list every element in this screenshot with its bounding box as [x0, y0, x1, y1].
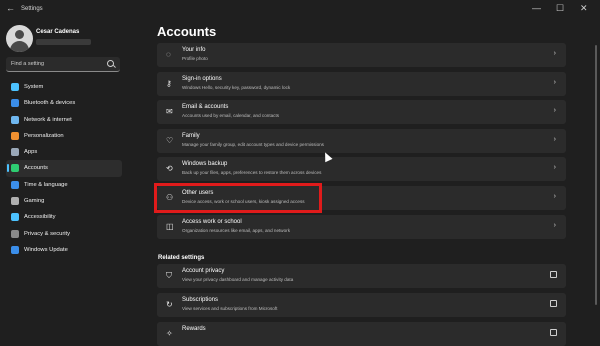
settings-card-access-work-or-school[interactable]: ◫ Access work or school Organization resou… [157, 215, 566, 239]
external-link-icon [550, 300, 557, 307]
settings-card-email-accounts[interactable]: ✉ Email & accounts Accounts used by email,… [157, 100, 566, 124]
sidebar-item-label: Network & internet [24, 116, 72, 123]
settings-card-subscriptions[interactable]: ↻ Subscriptions View services and subscrip… [157, 293, 566, 317]
sidebar-item-label: System [24, 84, 44, 90]
search-input[interactable]: Find a setting [6, 57, 120, 72]
sidebar-item-gaming[interactable]: Gaming [6, 193, 122, 209]
sidebar-item-label: Time & language [24, 181, 68, 188]
scrollbar[interactable] [595, 45, 597, 305]
sidebar-item-system[interactable]: System [6, 79, 122, 95]
chevron-right-icon: › [553, 79, 556, 86]
sidebar-nav: System Bluetooth & devices Network & inter… [6, 79, 122, 258]
mail-icon: ✉ [166, 107, 173, 116]
bluetooth-icon [11, 99, 19, 108]
settings-card-rewards[interactable]: ✧ Rewards [157, 322, 566, 346]
related-settings-heading: Related settings [158, 255, 205, 261]
brush-icon [11, 131, 19, 140]
sidebar-item-label: Bluetooth & devices [24, 100, 76, 107]
title-bar: ← Settings — ☐ ✕ [0, 0, 600, 20]
card-subtitle: Back up your files, apps, preferences to… [182, 170, 322, 175]
heart-icon: ♡ [166, 136, 174, 145]
highlight-box [154, 183, 322, 213]
card-subtitle: View your privacy dashboard and manage a… [182, 277, 294, 282]
sidebar-item-privacy-security[interactable]: Privacy & security [6, 226, 122, 242]
sidebar-item-label: Gaming [24, 198, 45, 205]
settings-card-your-info[interactable]: ◌ Your info Profile photo › [157, 43, 566, 67]
chevron-right-icon: › [553, 107, 556, 114]
app-title: Settings [21, 6, 43, 12]
person-icon: ◌ [166, 50, 171, 59]
settings-card-windows-backup[interactable]: ⟲ Windows backup Back up your files, apps,… [157, 157, 566, 181]
card-subtitle: Profile photo [182, 56, 208, 61]
sidebar-item-windows-update[interactable]: Windows Update [6, 242, 122, 258]
card-subtitle: Organization resources like email, apps,… [182, 228, 291, 233]
sidebar-item-apps[interactable]: Apps [6, 144, 122, 160]
globe-icon [11, 180, 19, 189]
accounts-icon [11, 164, 19, 173]
sidebar-item-label: Privacy & security [24, 230, 71, 237]
external-link-icon [550, 271, 557, 278]
chevron-right-icon: › [553, 164, 556, 171]
external-link-icon [550, 329, 557, 336]
chevron-right-icon: › [553, 50, 556, 57]
sidebar-item-bluetooth-devices[interactable]: Bluetooth & devices [6, 95, 122, 111]
sidebar-item-accounts[interactable]: Accounts [6, 160, 122, 177]
card-subtitle: Windows Hello, security key, password, d… [182, 85, 291, 90]
settings-card-sign-in-options[interactable]: ⚷ Sign-in options Windows Hello, security … [157, 72, 566, 96]
apps-icon [11, 148, 19, 157]
card-title: Account privacy [182, 268, 225, 274]
settings-card-family[interactable]: ♡ Family Manage your family group, edit ac… [157, 129, 566, 153]
back-arrow-icon[interactable]: ← [6, 3, 15, 13]
shield-icon: ⛉ [166, 271, 172, 280]
search-icon [107, 60, 114, 67]
card-subtitle: View services and subscriptions from Mic… [182, 306, 278, 311]
user-profile[interactable]: Cesar Cadenas [6, 25, 146, 53]
user-email-redacted [36, 39, 91, 45]
card-title: Access work or school [182, 219, 242, 225]
user-name: Cesar Cadenas [36, 29, 80, 35]
maximize-icon[interactable]: ☐ [556, 3, 564, 14]
sidebar-item-label: Accessibility [24, 214, 56, 221]
page-title: Accounts [157, 24, 217, 39]
sidebar-item-personalization[interactable]: Personalization [6, 128, 122, 144]
sidebar-item-accessibility[interactable]: Accessibility [6, 209, 122, 225]
sidebar-item-label: Windows Update [24, 246, 68, 253]
accessibility-icon [11, 213, 19, 222]
chevron-right-icon: › [553, 193, 556, 200]
sidebar-item-label: Personalization [24, 132, 64, 139]
briefcase-icon: ◫ [166, 222, 174, 231]
card-title: Your info [182, 47, 206, 53]
network-icon [11, 115, 19, 124]
card-subtitle: Manage your family group, edit account t… [182, 142, 324, 147]
search-placeholder: Find a setting [11, 61, 45, 67]
card-subtitle: Accounts used by email, calendar, and co… [182, 113, 280, 118]
card-title: Windows backup [182, 161, 228, 167]
close-icon[interactable]: ✕ [580, 3, 588, 14]
chevron-right-icon: › [553, 222, 556, 229]
sidebar-item-label: Apps [24, 149, 38, 156]
sidebar-item-label: Accounts [24, 165, 48, 172]
card-title: Email & accounts [182, 104, 229, 110]
minimize-icon[interactable]: — [532, 3, 541, 13]
selection-indicator [7, 164, 9, 173]
update-icon [11, 245, 19, 254]
backup-icon: ⟲ [166, 164, 173, 173]
settings-card-account-privacy[interactable]: ⛉ Account privacy View your privacy dashbo… [157, 264, 566, 288]
sidebar-item-time-language[interactable]: Time & language [6, 177, 122, 193]
sidebar-item-network-internet[interactable]: Network & internet [6, 112, 122, 128]
refresh-icon: ↻ [166, 300, 173, 309]
chevron-right-icon: › [553, 136, 556, 143]
system-icon [11, 83, 19, 91]
key-icon: ⚷ [166, 79, 172, 88]
gaming-icon [11, 197, 19, 206]
card-title: Rewards [182, 326, 206, 332]
card-title: Sign-in options [182, 76, 222, 82]
card-title: Subscriptions [182, 297, 219, 303]
shield-icon [11, 229, 19, 238]
gift-icon: ✧ [166, 329, 173, 338]
avatar [6, 25, 33, 52]
card-title: Family [182, 133, 200, 139]
